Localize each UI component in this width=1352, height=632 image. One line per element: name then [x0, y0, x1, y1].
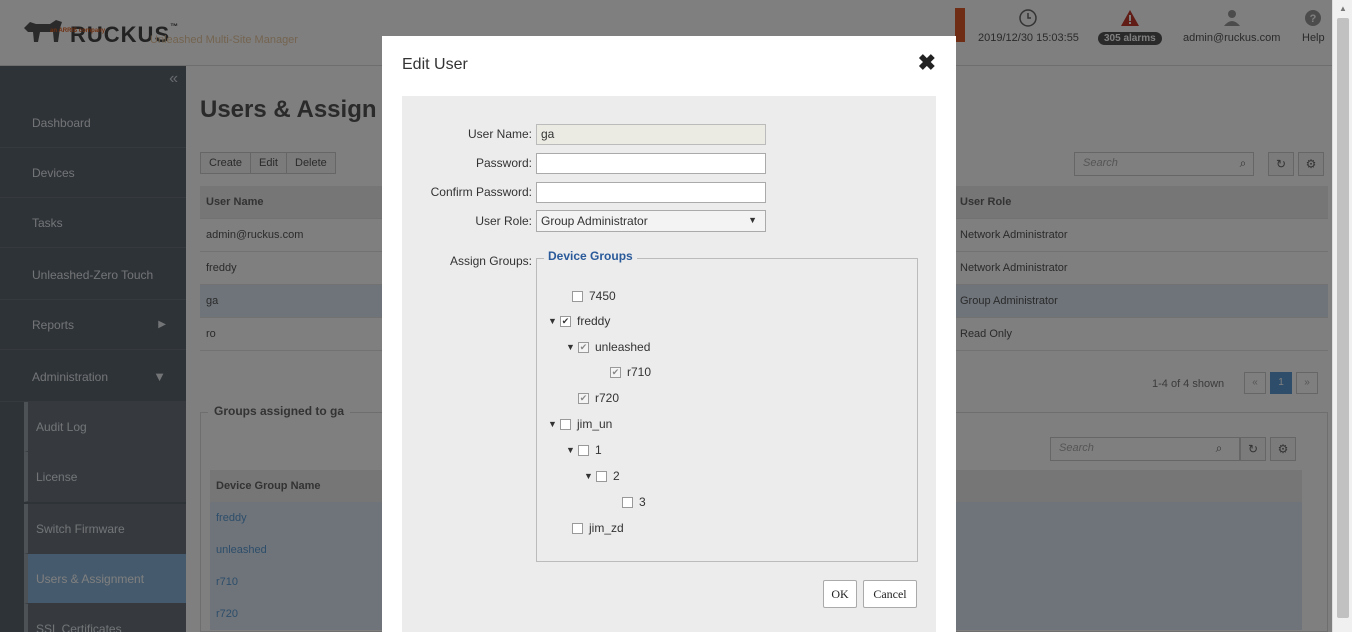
tree-item-label: jim_un: [577, 417, 613, 431]
checkbox[interactable]: [578, 444, 589, 456]
tree-item-freddy[interactable]: ▼ ✔ freddy: [548, 312, 610, 330]
checkbox[interactable]: [596, 470, 607, 482]
tree-item-label: unleashed: [595, 340, 651, 354]
page-scrollbar[interactable]: ▲: [1332, 0, 1352, 632]
password-field[interactable]: [536, 153, 766, 174]
dropdown-arrow-icon: ▼: [748, 215, 757, 225]
dialog-title: Edit User: [402, 56, 468, 73]
confirm-password-label: Confirm Password:: [430, 185, 532, 199]
checkbox-checked[interactable]: ✔: [610, 366, 621, 378]
tree-item-1[interactable]: ▼ 1: [566, 441, 602, 459]
tree-item-label: 7450: [589, 289, 616, 303]
ok-button[interactable]: OK: [823, 580, 857, 608]
tree-item-label: 2: [613, 469, 620, 483]
tree-item-jim-un[interactable]: ▼ jim_un: [548, 415, 612, 433]
checkbox-checked[interactable]: ✔: [560, 315, 571, 327]
checkbox[interactable]: [560, 418, 571, 430]
checkbox-checked[interactable]: ✔: [578, 341, 589, 353]
tree-item-unleashed[interactable]: ▼ ✔ unleashed: [566, 338, 650, 356]
user-name-label: User Name:: [467, 127, 532, 141]
close-icon[interactable]: ✖: [918, 50, 936, 76]
user-role-selected: Group Administrator: [541, 214, 648, 228]
password-label: Password:: [475, 156, 532, 170]
assign-groups-label: Assign Groups:: [449, 254, 532, 268]
user-name-field[interactable]: ga: [536, 124, 766, 145]
user-role-select[interactable]: Group Administrator ▼: [536, 210, 766, 232]
tree-item-2[interactable]: ▼ 2: [584, 467, 620, 485]
edit-user-dialog: Edit User ✖ User Name: ga Password: Conf…: [382, 36, 956, 632]
expand-down-icon[interactable]: ▼: [584, 471, 596, 481]
expand-down-icon[interactable]: ▼: [548, 316, 560, 326]
tree-item-7450[interactable]: 7450: [560, 287, 616, 305]
scrollbar-thumb[interactable]: [1337, 18, 1349, 618]
cancel-button[interactable]: Cancel: [863, 580, 917, 608]
tree-item-3[interactable]: 3: [610, 493, 646, 511]
checkbox[interactable]: [572, 290, 583, 302]
tree-item-label: freddy: [577, 314, 611, 328]
tree-item-label: 3: [639, 495, 646, 509]
expand-down-icon[interactable]: ▼: [548, 419, 560, 429]
expand-down-icon[interactable]: ▼: [566, 445, 578, 455]
tree-item-jim-zd[interactable]: jim_zd: [560, 519, 624, 537]
device-groups-legend: Device Groups: [544, 249, 637, 263]
tree-item-label: r710: [627, 365, 652, 379]
confirm-password-field[interactable]: [536, 182, 766, 203]
tree-item-label: jim_zd: [589, 521, 624, 535]
checkbox[interactable]: [572, 522, 583, 534]
scroll-up-icon[interactable]: ▲: [1339, 4, 1347, 13]
tree-item-label: 1: [595, 443, 602, 457]
dialog-body: User Name: ga Password: Confirm Password…: [402, 96, 936, 632]
tree-item-r720[interactable]: ✔ r720: [566, 389, 619, 407]
expand-down-icon[interactable]: ▼: [566, 342, 578, 352]
tree-item-r710[interactable]: ✔ r710: [598, 363, 651, 381]
checkbox[interactable]: [622, 496, 633, 508]
checkbox-checked[interactable]: ✔: [578, 392, 589, 404]
tree-item-label: r720: [595, 391, 620, 405]
user-role-label: User Role:: [475, 214, 532, 228]
